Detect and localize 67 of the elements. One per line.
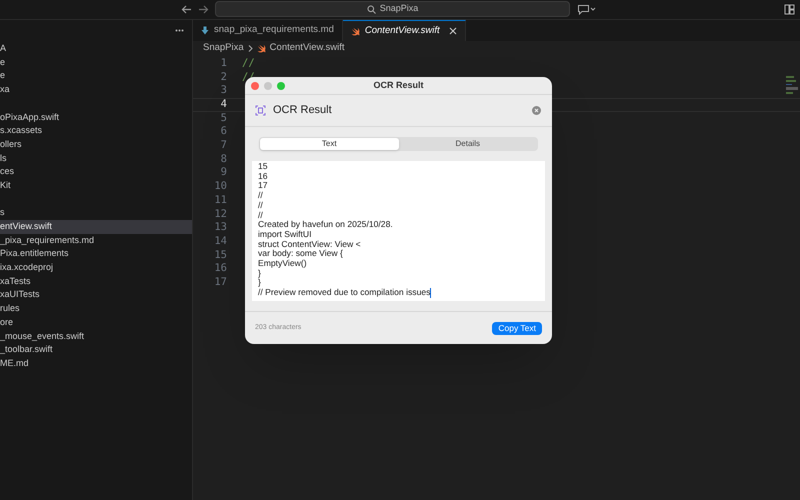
line-number: 16	[213, 261, 227, 276]
segment-tab[interactable]: Details	[398, 138, 537, 150]
file-item[interactable]: _mouse_events.swift	[0, 329, 192, 344]
line-number: 5	[220, 110, 227, 126]
line-number: 14	[213, 234, 227, 249]
line-number: 6	[220, 124, 227, 140]
file-item[interactable]: s	[0, 206, 192, 220]
file-item[interactable]: A	[0, 42, 192, 56]
file-item[interactable]: ME.md	[0, 356, 192, 370]
back-arrow-icon[interactable]	[181, 4, 192, 15]
line-number: 8	[220, 152, 227, 167]
tab-label: ContentView.swift	[364, 24, 440, 38]
breadcrumb-item[interactable]: SnapPixa	[203, 41, 244, 56]
file-item[interactable]: s.xcassets	[0, 124, 192, 138]
file-item[interactable]: _toolbar.swift	[0, 343, 192, 357]
zoom-window-button[interactable]	[277, 82, 285, 90]
line-number: 9	[220, 165, 227, 180]
editor-tab[interactable]: ContentView.swift	[342, 20, 466, 41]
file-item[interactable]: e	[0, 69, 192, 84]
code-comment: //	[242, 56, 255, 71]
forward-arrow-icon[interactable]	[198, 4, 209, 15]
search-icon	[366, 4, 376, 14]
layout-icon[interactable]	[784, 4, 795, 15]
file-item[interactable]: Kit	[0, 178, 192, 193]
line-number: 11	[213, 192, 227, 208]
tab-label: snap_pixa_requirements.md	[214, 23, 334, 38]
file-item[interactable]: ls	[0, 152, 192, 166]
file-item[interactable]: Pixa.entitlements	[0, 247, 192, 261]
line-number: 4	[220, 97, 227, 112]
download-arrow-icon	[201, 26, 209, 35]
file-item[interactable]: ixa.xcodeproj	[0, 261, 192, 275]
file-item[interactable]: ollers	[0, 138, 192, 152]
line-number: 7	[220, 138, 227, 154]
line-number: 17	[213, 274, 227, 290]
breadcrumb-item[interactable]: ContentView.swift	[270, 41, 344, 56]
file-item[interactable]: ces	[0, 165, 192, 179]
text-scan-icon	[255, 105, 266, 116]
window-title: OCR Result	[373, 78, 424, 92]
chat-bubble-icon[interactable]	[577, 4, 597, 15]
line-number: 1	[220, 56, 227, 71]
dialog-heading: OCR Result	[273, 103, 332, 118]
file-item[interactable]: xa	[0, 83, 192, 97]
file-item[interactable]: xaUITests	[0, 288, 192, 302]
line-number: 3	[220, 83, 227, 98]
file-item[interactable]: rules	[0, 302, 192, 316]
more-icon[interactable]	[175, 29, 184, 32]
copy-text-button[interactable]: Copy Text	[492, 322, 542, 335]
file-item[interactable]: _pixa_requirements.md	[0, 234, 192, 248]
line-number: 10	[213, 179, 227, 194]
minimap[interactable]	[786, 76, 798, 94]
file-item[interactable]: xaTests	[0, 274, 192, 288]
line-number: 15	[213, 248, 227, 263]
swift-bird-icon	[256, 44, 266, 53]
search-field[interactable]: SnapPixa	[215, 1, 570, 17]
segment-tab[interactable]: Text	[260, 138, 398, 150]
chevron-right-icon	[248, 45, 253, 52]
swift-bird-icon	[350, 26, 360, 36]
line-number: 12	[213, 206, 227, 222]
file-item[interactable]: ore	[0, 316, 192, 330]
file-item[interactable]: oPixaApp.swift	[0, 110, 192, 124]
search-text: SnapPixa	[380, 2, 418, 16]
line-number: 2	[220, 70, 227, 85]
close-icon[interactable]	[448, 27, 457, 35]
close-window-button[interactable]	[251, 82, 259, 90]
file-item[interactable]: entView.swift	[0, 220, 192, 234]
file-item[interactable]: e	[0, 56, 192, 70]
line-number: 13	[213, 220, 227, 236]
